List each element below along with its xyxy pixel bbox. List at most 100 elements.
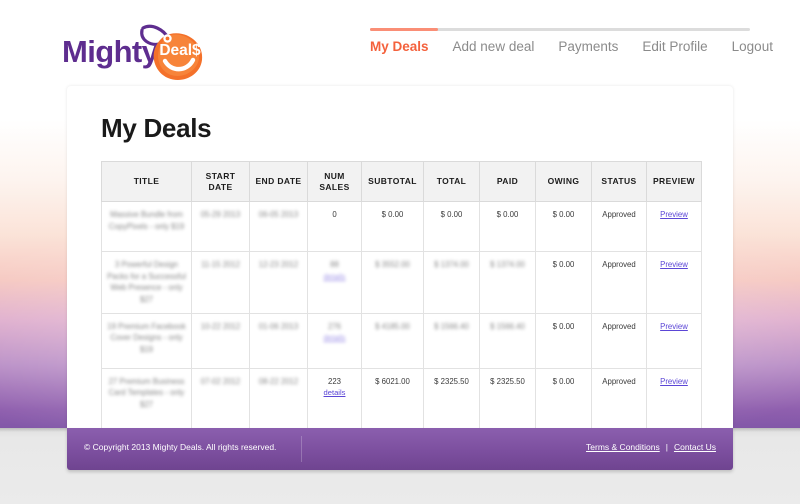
cell-num-sales: 0 bbox=[307, 201, 362, 252]
cell-status: Approved bbox=[591, 312, 647, 369]
cell-title: Massive Bundle from CopyPixels - only $1… bbox=[101, 201, 192, 252]
start-date: 05-29 2013 bbox=[200, 210, 241, 219]
footer-copyright: © Copyright 2013 Mighty Deals. All right… bbox=[84, 442, 277, 452]
column-header-start-date[interactable]: START DATE bbox=[191, 161, 250, 202]
cell-subtotal: $ 4185.00 bbox=[361, 312, 424, 369]
footer-link-separator: | bbox=[665, 442, 668, 452]
deal-title: 19 Premium Facebook Cover Designs - only… bbox=[107, 321, 186, 355]
cell-owing: $ 0.00 bbox=[535, 312, 592, 369]
column-header-end-date[interactable]: END DATE bbox=[249, 161, 308, 202]
cell-paid: $ 1374.00 bbox=[479, 251, 536, 314]
site-logo[interactable]: Mighty Deal$ bbox=[62, 14, 217, 80]
cell-end-date: 01-06 2013 bbox=[249, 312, 308, 369]
nav-item-edit-profile[interactable]: Edit Profile bbox=[642, 39, 707, 54]
end-date: 06-05 2013 bbox=[258, 210, 299, 219]
cell-start-date: 05-29 2013 bbox=[191, 201, 250, 252]
cell-subtotal: $ 0.00 bbox=[361, 201, 424, 252]
cell-num-sales: 88 details bbox=[307, 251, 362, 314]
cell-subtotal: $ 3552.00 bbox=[361, 251, 424, 314]
column-header-total[interactable]: TOTAL bbox=[423, 161, 480, 202]
end-date: 12-23 2012 bbox=[258, 260, 299, 269]
cell-start-date: 11-15 2012 bbox=[191, 251, 250, 314]
column-header-paid[interactable]: PAID bbox=[479, 161, 536, 202]
subtotal: $ 3552.00 bbox=[375, 260, 410, 269]
column-header-owing[interactable]: OWING bbox=[535, 161, 592, 202]
terms-and-conditions-link[interactable]: Terms & Conditions bbox=[586, 442, 660, 452]
site-footer: © Copyright 2013 Mighty Deals. All right… bbox=[67, 428, 733, 470]
footer-divider bbox=[301, 436, 302, 462]
main-navigation: My Deals Add new deal Payments Edit Prof… bbox=[370, 28, 773, 68]
cell-num-sales: 276 details bbox=[307, 312, 362, 369]
subtotal: $ 4185.00 bbox=[375, 321, 410, 331]
cell-owing: $ 0.00 bbox=[535, 367, 592, 429]
table-body: Massive Bundle from CopyPixels - only $1… bbox=[101, 201, 702, 429]
table-row: 19 Premium Facebook Cover Designs - only… bbox=[101, 312, 702, 369]
cell-total: $ 0.00 bbox=[423, 201, 480, 252]
nav-active-indicator bbox=[370, 28, 438, 31]
cell-preview: Preview bbox=[646, 367, 702, 429]
site-header: Mighty Deal$ My Deals Add new deal Payme… bbox=[0, 0, 800, 85]
preview-link[interactable]: Preview bbox=[660, 322, 688, 331]
content-card: My Deals TITLE START DATE END DATE NUM S… bbox=[67, 86, 733, 429]
nav-item-logout[interactable]: Logout bbox=[732, 39, 773, 54]
column-header-preview[interactable]: PREVIEW bbox=[646, 161, 702, 202]
deals-table: TITLE START DATE END DATE NUM SALES SUBT… bbox=[101, 161, 702, 429]
cell-num-sales: 223 details bbox=[307, 367, 362, 429]
cell-end-date: 12-23 2012 bbox=[249, 251, 308, 314]
total: $ 1566.40 bbox=[434, 321, 469, 331]
cell-start-date: 10-22 2012 bbox=[191, 312, 250, 369]
cell-title: 3 Powerful Design Packs for a Successful… bbox=[101, 251, 192, 314]
cell-subtotal: $ 6021.00 bbox=[361, 367, 424, 429]
page-title: My Deals bbox=[101, 113, 212, 143]
nav-list: My Deals Add new deal Payments Edit Prof… bbox=[370, 39, 773, 54]
nav-item-my-deals[interactable]: My Deals bbox=[370, 39, 429, 54]
cell-total: $ 1566.40 bbox=[423, 312, 480, 369]
cell-paid: $ 1566.40 bbox=[479, 312, 536, 369]
column-header-title[interactable]: TITLE bbox=[101, 161, 192, 202]
details-link[interactable]: details bbox=[312, 332, 357, 343]
cell-preview: Preview bbox=[646, 312, 702, 369]
column-header-num-sales[interactable]: NUM SALES bbox=[307, 161, 362, 202]
num-sales: 0 bbox=[332, 210, 337, 219]
table-row: 27 Premium Business Card Templates - onl… bbox=[101, 367, 702, 429]
cell-title: 27 Premium Business Card Templates - onl… bbox=[101, 367, 192, 429]
details-link[interactable]: details bbox=[312, 387, 357, 398]
cell-paid: $ 2325.50 bbox=[479, 367, 536, 429]
cell-end-date: 08-22 2012 bbox=[249, 367, 308, 429]
details-link[interactable]: details bbox=[312, 271, 357, 282]
contact-us-link[interactable]: Contact Us bbox=[674, 442, 716, 452]
preview-link[interactable]: Preview bbox=[660, 377, 688, 386]
preview-link[interactable]: Preview bbox=[660, 210, 688, 219]
start-date: 11-15 2012 bbox=[201, 260, 240, 269]
cell-total: $ 1374.00 bbox=[423, 251, 480, 314]
table-row: Massive Bundle from CopyPixels - only $1… bbox=[101, 201, 702, 252]
num-sales: 223 bbox=[327, 376, 341, 386]
column-header-status[interactable]: STATUS bbox=[591, 161, 647, 202]
cell-title: 19 Premium Facebook Cover Designs - only… bbox=[101, 312, 192, 369]
deal-title: 27 Premium Business Card Templates - onl… bbox=[108, 376, 185, 410]
logo-tag-text: Deal$ bbox=[159, 42, 201, 59]
end-date: 08-22 2012 bbox=[258, 376, 299, 386]
start-date: 10-22 2012 bbox=[200, 321, 241, 331]
nav-item-payments[interactable]: Payments bbox=[558, 39, 618, 54]
end-date: 01-06 2013 bbox=[258, 321, 299, 331]
cell-preview: Preview bbox=[646, 251, 702, 314]
cell-owing: $ 0.00 bbox=[535, 251, 592, 314]
start-date: 07-02 2012 bbox=[200, 376, 241, 386]
deal-title: Massive Bundle from CopyPixels - only $1… bbox=[108, 210, 185, 231]
col-num: NUM SALES bbox=[319, 170, 350, 192]
cell-paid: $ 0.00 bbox=[479, 201, 536, 252]
paid: $ 1374.00 bbox=[490, 260, 525, 269]
num-sales: 276 bbox=[327, 321, 341, 331]
cell-owing: $ 0.00 bbox=[535, 201, 592, 252]
cell-status: Approved bbox=[591, 201, 647, 252]
table-header-row: TITLE START DATE END DATE NUM SALES SUBT… bbox=[101, 161, 702, 202]
preview-link[interactable]: Preview bbox=[660, 260, 688, 269]
cell-preview: Preview bbox=[646, 201, 702, 252]
cell-status: Approved bbox=[591, 251, 647, 314]
cell-end-date: 06-05 2013 bbox=[249, 201, 308, 252]
num-sales: 88 bbox=[330, 260, 339, 269]
column-header-subtotal[interactable]: SUBTOTAL bbox=[361, 161, 424, 202]
nav-item-add-new-deal[interactable]: Add new deal bbox=[453, 39, 535, 54]
price-tag-icon: Deal$ bbox=[138, 24, 208, 86]
